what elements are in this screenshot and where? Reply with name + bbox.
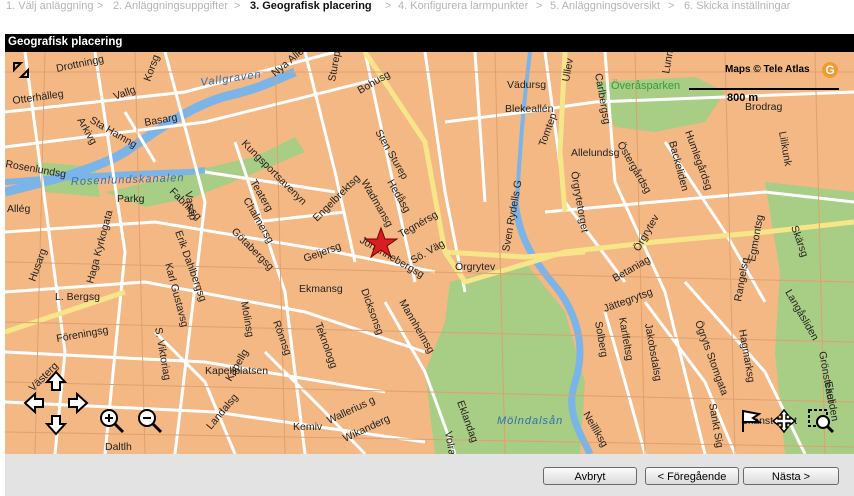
step-separator: > [97, 0, 104, 12]
step-separator: > [385, 0, 392, 12]
expand-icon[interactable] [11, 60, 31, 80]
map-provider-logo-icon: G [822, 62, 838, 78]
street-label: Dicksonsg [358, 287, 386, 337]
map-canvas[interactable]: Vallgraven Rosenlundskanalen Mölndalsån … [5, 52, 854, 454]
step-separator: > [668, 0, 675, 12]
street-label: Molinsg [238, 300, 256, 338]
wizard-footer: Avbryt < Föregående Nästa > [5, 454, 854, 496]
street-label: Otterhälleg [12, 88, 65, 107]
panel-header: Geografisk placering [5, 34, 854, 52]
street-label: Vädursg [507, 79, 546, 91]
zoom-in-icon[interactable] [99, 408, 125, 434]
street-label: Ekmansg [299, 283, 343, 295]
step-facility-details: 2. Anläggningsuppgifter [113, 0, 228, 12]
street-label: L. Bergsg [55, 291, 100, 303]
street-label: Teknologg [312, 321, 340, 370]
street-label: Sankt Sig [706, 402, 726, 449]
street-label: S. Viktoriag [152, 326, 173, 381]
street-label: Hagmarksg [736, 328, 757, 383]
street-label: Karlfeltsg [616, 316, 635, 361]
water-label: Mölndalsån [497, 415, 563, 427]
street-label: Mannheimsg [396, 298, 437, 356]
street-label: Daltlh [105, 441, 132, 453]
street-label: Ögryts Stomgata [692, 319, 730, 397]
river-water [515, 52, 532, 203]
street-label: Egmontsg [746, 214, 766, 263]
step-facility-overview: 5. Anläggningsöversikt [550, 0, 661, 12]
street-label: Örgrytev [631, 212, 662, 254]
cancel-button[interactable]: Avbryt [543, 467, 637, 485]
step-separator: > [536, 0, 543, 12]
street-label: Backeliden [666, 140, 691, 193]
step-select-facility: 1. Välj anläggning [6, 0, 94, 12]
wizard-steps: 1. Välj anläggning > 2. Anläggningsuppgi… [0, 0, 854, 14]
panel-title: Geografisk placering [8, 36, 123, 48]
park-label: Överåsparken [611, 80, 680, 92]
street-label: Sturep [326, 52, 343, 83]
street-label: Allég [7, 203, 31, 215]
zoom-out-icon[interactable] [137, 408, 163, 434]
step-separator: > [234, 0, 241, 12]
street-label: Haga Kyrkogata [84, 209, 115, 285]
area-zoom-icon[interactable] [807, 408, 835, 434]
arrow-right-icon[interactable] [67, 392, 89, 414]
street-label: Sö. Väg [409, 237, 447, 266]
map-copyright: Maps © Tele Atlas [725, 64, 810, 75]
next-button[interactable]: Nästa > [743, 467, 839, 485]
map-viewport[interactable]: Vallgraven Rosenlundskanalen Mölndalsån … [5, 52, 854, 454]
street-label: Parkg [117, 193, 145, 205]
arrow-left-icon[interactable] [23, 392, 45, 414]
street-label: Östergårdsg [614, 140, 653, 196]
step-configure-alarm-points: 4. Konfigurera larmpunkter [398, 0, 529, 12]
street-label: Lunnev [660, 52, 678, 75]
street-label: Lilikunk [776, 130, 794, 167]
street-label: Blekeallén [505, 103, 554, 115]
street-label: Örgrytev [455, 261, 496, 273]
scale-bar [689, 88, 839, 90]
street-label: Husarg [27, 247, 50, 283]
street-label: Kemiv [293, 421, 323, 433]
street-label: Allelundsg [571, 147, 620, 159]
street-label: Solberg [592, 320, 610, 358]
step-geographic-location: 3. Geografisk placering [250, 0, 372, 12]
arrow-up-icon[interactable] [45, 370, 67, 392]
street-label: Geijersg [302, 240, 343, 265]
scale-label: 800 m [727, 92, 759, 104]
previous-button[interactable]: < Föregående [645, 467, 739, 485]
street-label: Jakobsdalsg [642, 322, 664, 382]
street-label: Korsg [142, 53, 163, 83]
step-send-settings: 6. Skicka inställningar [684, 0, 791, 12]
arrow-down-icon[interactable] [45, 414, 67, 436]
street-label: Föreningsg [55, 324, 109, 345]
street-label: Örgrytetorget [568, 170, 591, 233]
street-label: Jättegrytsg [602, 286, 655, 315]
move-icon[interactable] [771, 408, 797, 434]
flag-icon[interactable] [739, 408, 763, 434]
